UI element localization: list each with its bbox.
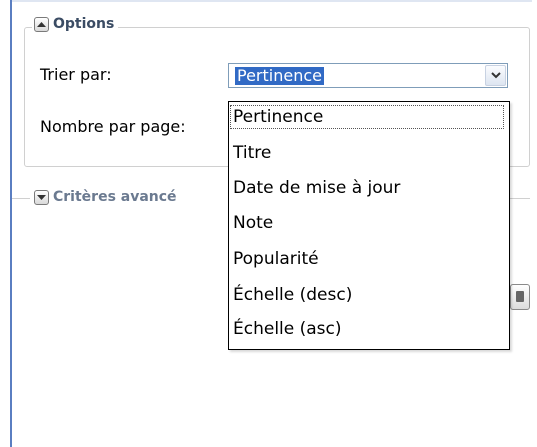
chevron-down-icon[interactable] [485,65,506,86]
sort-option[interactable]: Popularité [233,248,319,270]
side-button[interactable] [510,284,530,310]
expand-down-icon[interactable] [34,189,49,205]
criteria-rule-right [510,198,530,199]
options-legend: Options [32,16,119,32]
options-legend-label: Options [53,16,115,32]
criteria-legend-label: Critères avancé [53,189,177,205]
sort-option[interactable]: Échelle (asc) [233,318,342,340]
collapse-up-icon[interactable] [34,16,49,32]
criteria-rule-left [12,198,30,199]
criteria-legend: Critères avancé [32,189,181,205]
lock-icon [516,291,524,302]
sort-option[interactable]: Date de mise à jour [233,177,400,199]
per-page-label: Nombre par page: [40,117,186,136]
left-border [10,0,12,447]
sort-select-value: Pertinence [235,66,324,85]
sort-select[interactable]: Pertinence [228,63,508,88]
sort-option[interactable]: Pertinence [230,105,504,129]
sort-option[interactable]: Titre [233,142,271,164]
sort-option[interactable]: Échelle (desc) [233,284,352,306]
sort-label: Trier par: [40,65,112,84]
sort-option[interactable]: Note [233,212,273,234]
sort-dropdown-list[interactable]: Pertinence Titre Date de mise à jour Not… [228,101,510,350]
top-strip [12,0,532,2]
